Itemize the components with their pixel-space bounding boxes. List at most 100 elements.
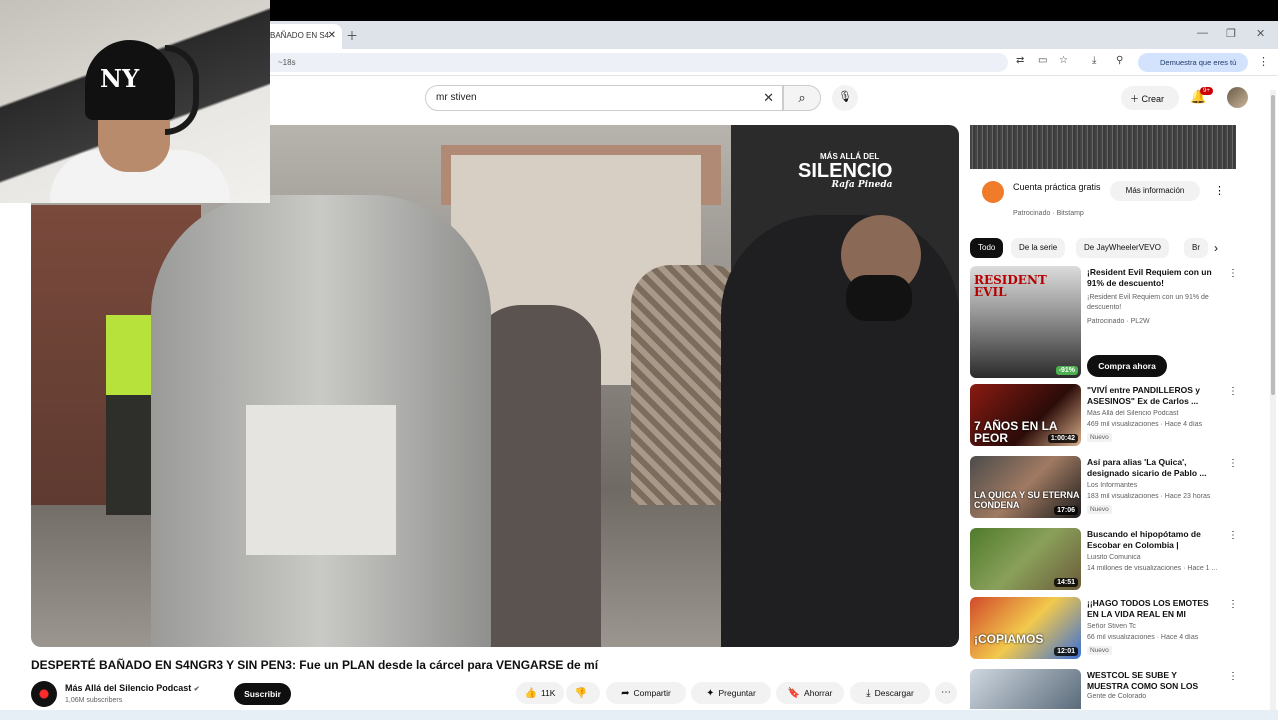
- ask-button[interactable]: ✦ Preguntar: [691, 682, 771, 704]
- video-frame-mask: [846, 275, 912, 321]
- share-label: Compartir: [633, 688, 671, 698]
- new-badge: Nuevo: [1087, 433, 1112, 442]
- duration: 12:01: [1054, 647, 1078, 656]
- ad-menu-icon[interactable]: ⋮: [1214, 184, 1225, 197]
- like-button[interactable]: 👍 11K: [516, 682, 564, 704]
- chip-more[interactable]: Br: [1184, 238, 1208, 258]
- verified-icon: ✔: [193, 686, 200, 693]
- video-item-channel[interactable]: Más Allá del Silencio Podcast: [1087, 410, 1222, 417]
- chip-channel[interactable]: De JayWheelerVEVO: [1076, 238, 1169, 258]
- extensions-icon[interactable]: ⚲: [1116, 55, 1123, 66]
- thumbnail[interactable]: ¡COPIAMOS 12:01: [970, 597, 1081, 659]
- video-item-channel[interactable]: Luisito Comunica: [1087, 554, 1222, 561]
- sparkle-icon: ✦: [706, 688, 715, 699]
- video-watermark: MÁS ALLÁ DEL SILENCIO Rafa Pineda: [798, 153, 892, 190]
- close-window-icon[interactable]: ✕: [1256, 27, 1265, 40]
- ad-title[interactable]: Cuenta práctica gratis: [1013, 180, 1103, 194]
- ad-more-info-button[interactable]: Más información: [1110, 181, 1200, 201]
- minimize-icon[interactable]: —: [1197, 27, 1208, 39]
- search-input[interactable]: mr stiven ✕: [425, 85, 783, 111]
- scrollbar-thumb[interactable]: [1271, 95, 1275, 395]
- item-menu-icon[interactable]: ⋮: [1228, 599, 1238, 610]
- chip-series[interactable]: De la serie: [1011, 238, 1066, 258]
- list-item[interactable]: 14:51 Buscando el hipopótamo de Escobar …: [970, 528, 1238, 594]
- item-menu-icon[interactable]: ⋮: [1228, 530, 1238, 541]
- tab-title: BAÑADO EN S4: [270, 31, 330, 40]
- video-item-meta: 66 mil visualizaciones · Hace 4 días: [1087, 634, 1199, 641]
- download-label: Descargar: [874, 688, 914, 698]
- video-item-title[interactable]: ¡Resident Evil Requiem con un 91% de des…: [1087, 267, 1215, 289]
- video-item-title[interactable]: Así para alias 'La Quica', designado sic…: [1087, 457, 1215, 479]
- voice-search-icon[interactable]: 🎙: [832, 85, 858, 111]
- ad-card[interactable]: [970, 169, 1236, 231]
- item-menu-icon[interactable]: ⋮: [1228, 386, 1238, 397]
- share-button[interactable]: ➦ Compartir: [606, 682, 686, 704]
- video-item-title[interactable]: WESTCOL SE SUBE Y MUESTRA COMO SON LOS C…: [1087, 670, 1215, 692]
- item-menu-icon[interactable]: ⋮: [1228, 671, 1236, 682]
- channel-avatar[interactable]: [31, 681, 57, 707]
- buy-now-button[interactable]: Compra ahora: [1087, 355, 1167, 377]
- url-text: ~18s: [278, 58, 296, 67]
- thumbnail[interactable]: 14:51: [970, 528, 1081, 590]
- notifications-badge: 9+: [1200, 87, 1213, 95]
- search-button[interactable]: ⌕: [783, 85, 821, 111]
- download-button[interactable]: ⤓ Descargar: [850, 682, 930, 704]
- headphones-icon: [165, 45, 199, 135]
- video-item-meta: Patrocinado · PL2W: [1087, 318, 1150, 325]
- list-item[interactable]: 7 AÑOS EN LA PEOR 1:00:42 "VIVÍ entre PA…: [970, 384, 1238, 450]
- promo-label: Demuestra que eres tú: [1160, 58, 1237, 67]
- thumbnail-text: ¡COPIAMOS: [974, 632, 1044, 646]
- video-item-channel[interactable]: Gente de Colorado: [1087, 693, 1222, 700]
- new-badge: Nuevo: [1087, 505, 1112, 514]
- thumbnail[interactable]: RESIDENT EVIL -91%: [970, 266, 1081, 378]
- video-item-channel[interactable]: Los Informantes: [1087, 482, 1222, 489]
- ad-banner-image[interactable]: [970, 125, 1236, 169]
- chip-all[interactable]: Todo: [970, 238, 1004, 258]
- channel-name[interactable]: Más Allá del Silencio Podcast ✔: [65, 683, 200, 693]
- close-tab-icon[interactable]: ✕: [328, 30, 336, 41]
- maximize-icon[interactable]: ❐: [1226, 27, 1236, 40]
- thumbnail[interactable]: 7 AÑOS EN LA PEOR 1:00:42: [970, 384, 1081, 446]
- create-button[interactable]: ＋ Crear: [1121, 86, 1179, 110]
- chevron-right-icon[interactable]: ›: [1214, 241, 1218, 255]
- video-player[interactable]: MÁS ALLÁ DEL SILENCIO Rafa Pineda: [31, 125, 959, 647]
- account-avatar[interactable]: [1227, 87, 1248, 108]
- video-item-channel[interactable]: Señor Stiven Tc: [1087, 623, 1222, 630]
- new-badge: Nuevo: [1087, 646, 1112, 655]
- screen: BAÑADO EN S4 ✕ ＋ — ❐ ✕ ~18s ⇄ ▭ ☆ ⤓ ⚲ De…: [0, 0, 1278, 720]
- list-item[interactable]: LA QUICA Y SU ETERNA CONDENA 17:06 Así p…: [970, 456, 1238, 522]
- new-tab-icon[interactable]: ＋: [346, 27, 358, 44]
- more-actions-icon[interactable]: ⋯: [935, 682, 957, 704]
- video-item-title[interactable]: "VIVÍ entre PANDILLEROS y ASESINOS" Ex d…: [1087, 385, 1215, 407]
- item-menu-icon[interactable]: ⋮: [1228, 268, 1238, 279]
- browser-menu-icon[interactable]: ⋮: [1258, 55, 1269, 68]
- download-arrow-icon: ⤓: [866, 688, 871, 699]
- list-item[interactable]: WESTCOL SE SUBE Y MUESTRA COMO SON LOS C…: [970, 669, 1236, 709]
- thumbnail[interactable]: LA QUICA Y SU ETERNA CONDENA 17:06: [970, 456, 1081, 518]
- scrollbar[interactable]: [1270, 90, 1276, 710]
- watermark-line2: SILENCIO: [798, 160, 893, 182]
- taskbar: [0, 710, 1278, 720]
- verify-promo-button[interactable]: Demuestra que eres tú: [1138, 53, 1248, 72]
- list-item[interactable]: ¡COPIAMOS 12:01 ¡¡HAGO TODOS LOS EMOTES …: [970, 597, 1238, 663]
- clear-search-icon[interactable]: ✕: [763, 90, 774, 106]
- ask-label: Preguntar: [718, 688, 756, 698]
- ad-logo-icon: [982, 181, 1004, 203]
- star-icon[interactable]: ☆: [1059, 55, 1068, 66]
- download-icon[interactable]: ⤓: [1092, 55, 1096, 66]
- cast-icon[interactable]: ▭: [1038, 55, 1047, 66]
- subscribe-button[interactable]: Suscribir: [234, 683, 291, 705]
- save-button[interactable]: 🔖 Ahorrar: [776, 682, 844, 704]
- address-bar[interactable]: ~18s: [220, 53, 1008, 72]
- video-item-title[interactable]: ¡¡HAGO TODOS LOS EMOTES EN LA VIDA REAL …: [1087, 598, 1215, 620]
- video-frame-person: [721, 215, 959, 647]
- translate-icon[interactable]: ⇄: [1016, 55, 1024, 66]
- item-menu-icon[interactable]: ⋮: [1228, 458, 1238, 469]
- video-item-title[interactable]: Buscando el hipopótamo de Escobar en Col…: [1087, 529, 1215, 551]
- thumbnail[interactable]: [970, 669, 1081, 709]
- video-item-meta: 183 mil visualizaciones · Hace 23 horas: [1087, 493, 1211, 500]
- video-item-meta: 469 mil visualizaciones · Hace 4 días: [1087, 421, 1203, 428]
- dislike-button[interactable]: 👎: [566, 682, 600, 704]
- discount-badge: -91%: [1055, 366, 1078, 375]
- search-icon: ⌕: [798, 90, 806, 105]
